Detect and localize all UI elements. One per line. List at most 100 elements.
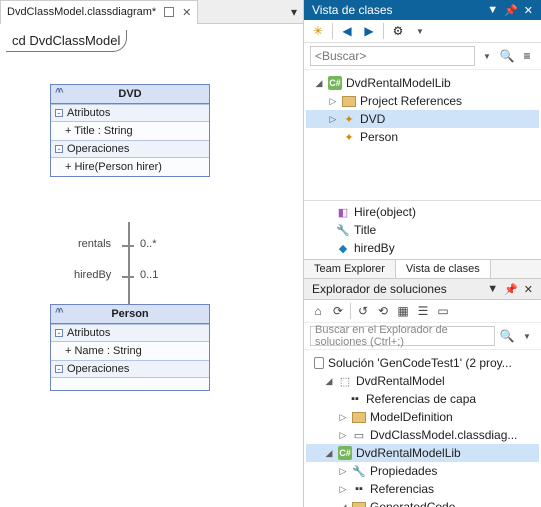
class-view-tree: ◢C#DvdRentalModelLib ▷Project References… <box>304 70 541 200</box>
search-input[interactable] <box>310 46 475 66</box>
solution-icon <box>314 357 324 369</box>
class-view-members: ◧Hire(object) 🔧Title ◆hiredBy <box>304 200 541 259</box>
wrench-icon: 🔧 <box>352 464 366 478</box>
project-icon: ⬚ <box>338 374 352 388</box>
class-view-toolbar: ✳ ◀ ▶ ⚙ ▼ <box>304 20 541 43</box>
tree-node-dvd[interactable]: ▷✦DVD <box>306 110 539 128</box>
tree-node-projref[interactable]: ▷Project References <box>306 92 539 110</box>
association-line[interactable] <box>128 222 130 304</box>
member-title[interactable]: 🔧Title <box>304 221 541 239</box>
class-icon: ✦ <box>342 112 356 126</box>
tree-node-lib[interactable]: ◢C#DvdRentalModelLib <box>306 444 539 462</box>
filter-icon[interactable]: ≡ <box>519 48 535 64</box>
tree-node-model[interactable]: ◢⬚DvdRentalModel <box>306 372 539 390</box>
assoc-role: rentals <box>78 238 111 250</box>
tab-class-view[interactable]: Vista de clases <box>396 260 491 278</box>
assoc-role: hiredBy <box>74 269 111 281</box>
solution-search: Buscar en el Explorador de soluciones (C… <box>304 323 541 350</box>
tree-node-solution[interactable]: Solución 'GenCodeTest1' (2 proy... <box>306 354 539 372</box>
tree-node-gencode[interactable]: ◢GeneratedCode <box>306 498 539 507</box>
bottom-tabs: Team Explorer Vista de clases <box>304 259 541 279</box>
tree-node-modeldef[interactable]: ▷ModelDefinition <box>306 408 539 426</box>
layer-icon: ▪▪ <box>348 392 362 406</box>
close-icon[interactable]: ✕ <box>524 283 533 296</box>
tree-node-classdiag[interactable]: ▷▭DvdClassModel.classdiag... <box>306 426 539 444</box>
back-icon[interactable]: ◀ <box>339 23 355 39</box>
window-dropdown-icon[interactable]: ▼ <box>487 283 498 296</box>
panel-title: Vista de clases <box>312 3 393 17</box>
tree-node-lib[interactable]: ◢C#DvdRentalModelLib <box>306 74 539 92</box>
chevron-down-icon[interactable]: ▼ <box>412 23 428 39</box>
thumbnail-icon[interactable] <box>164 7 174 17</box>
document-tab-label: DvdClassModel.classdiagram* <box>7 6 156 18</box>
section-label: Operaciones <box>67 143 129 155</box>
chevron-down-icon[interactable]: ▼ <box>479 48 495 64</box>
attribute[interactable]: + Name : String <box>65 345 142 357</box>
assoc-mult: 0..1 <box>140 269 158 281</box>
show-all-icon[interactable]: ▦ <box>395 303 411 319</box>
search-icon[interactable]: 🔍 <box>499 328 515 344</box>
document-tab[interactable]: DvdClassModel.classdiagram* ✕ <box>0 0 198 24</box>
settings-icon[interactable]: ⚙ <box>390 23 406 39</box>
tab-dropdown-icon[interactable]: ▾ <box>285 5 303 19</box>
properties-icon[interactable]: ☰ <box>415 303 431 319</box>
solution-explorer-title-bar: Explorador de soluciones ▼ 📌 ✕ <box>304 279 541 300</box>
property-icon: 🔧 <box>336 223 350 237</box>
folder-icon <box>352 410 366 424</box>
assoc-tick <box>122 276 134 278</box>
operation[interactable]: + Hire(Person hirer) <box>65 161 162 173</box>
solution-tree: Solución 'GenCodeTest1' (2 proy... ◢⬚Dvd… <box>304 350 541 507</box>
member-hire[interactable]: ◧Hire(object) <box>304 203 541 221</box>
collapse-icon[interactable]: - <box>55 365 63 373</box>
tree-node-person[interactable]: ✦Person <box>306 128 539 146</box>
home-icon[interactable]: ⌂ <box>310 303 326 319</box>
folder-icon <box>352 500 366 507</box>
solution-explorer-toolbar: ⌂ ⟳ ↺ ⟲ ▦ ☰ ▭ <box>304 300 541 323</box>
document-tab-bar: DvdClassModel.classdiagram* ✕ ▾ <box>0 0 303 24</box>
close-icon[interactable]: ✕ <box>524 4 533 17</box>
close-icon[interactable]: ✕ <box>182 6 191 19</box>
class-name: Person <box>111 308 148 320</box>
folder-icon <box>342 94 356 108</box>
section-label: Atributos <box>67 327 110 339</box>
pin-icon[interactable]: 📌 <box>504 4 518 17</box>
class-icon: ✦ <box>342 130 356 144</box>
attribute[interactable]: + Title : String <box>65 125 133 137</box>
tab-team-explorer[interactable]: Team Explorer <box>304 260 396 278</box>
collapse-icon[interactable]: - <box>55 109 63 117</box>
class-view-search: ▼ 🔍 ≡ <box>304 43 541 70</box>
solution-search-input[interactable]: Buscar en el Explorador de soluciones (C… <box>310 326 495 346</box>
class-name: DVD <box>118 88 141 100</box>
new-folder-icon[interactable]: ✳ <box>310 23 326 39</box>
field-icon: ◆ <box>336 241 350 255</box>
tree-node-props[interactable]: ▷🔧Propiedades <box>306 462 539 480</box>
window-dropdown-icon[interactable]: ▼ <box>487 4 498 17</box>
diagram-icon: ▭ <box>352 428 366 442</box>
collapse-icon[interactable]: ⟳ <box>330 303 346 319</box>
assoc-mult: 0..* <box>140 238 157 250</box>
collapse-icon[interactable]: - <box>55 145 63 153</box>
forward-icon[interactable]: ▶ <box>361 23 377 39</box>
sync-icon[interactable]: ↺ <box>355 303 371 319</box>
chevron-up-icon[interactable]: ^^ <box>55 307 61 318</box>
member-hiredby[interactable]: ◆hiredBy <box>304 239 541 257</box>
refresh-icon[interactable]: ⟲ <box>375 303 391 319</box>
uml-class-person[interactable]: ^^Person -Atributos + Name : String -Ope… <box>50 304 210 391</box>
chevron-down-icon[interactable]: ▼ <box>519 328 535 344</box>
tree-node-refs[interactable]: ▷▪▪Referencias <box>306 480 539 498</box>
collapse-icon[interactable]: - <box>55 329 63 337</box>
search-icon[interactable]: 🔍 <box>499 48 515 64</box>
section-label: Atributos <box>67 107 110 119</box>
preview-icon[interactable]: ▭ <box>435 303 451 319</box>
pin-icon[interactable]: 📌 <box>504 283 518 296</box>
class-view-title-bar: Vista de clases ▼ 📌 ✕ <box>304 0 541 20</box>
section-label: Operaciones <box>67 363 129 375</box>
class-diagram-canvas[interactable]: cd DvdClassModel ^^DVD -Atributos + Titl… <box>0 24 303 507</box>
diagram-title: cd DvdClassModel <box>6 30 127 52</box>
tree-node-refcapa[interactable]: ▪▪Referencias de capa <box>306 390 539 408</box>
method-icon: ◧ <box>336 205 350 219</box>
uml-class-dvd[interactable]: ^^DVD -Atributos + Title : String -Opera… <box>50 84 210 177</box>
panel-title: Explorador de soluciones <box>312 282 447 296</box>
chevron-up-icon[interactable]: ^^ <box>55 87 61 98</box>
assoc-tick <box>122 245 134 247</box>
